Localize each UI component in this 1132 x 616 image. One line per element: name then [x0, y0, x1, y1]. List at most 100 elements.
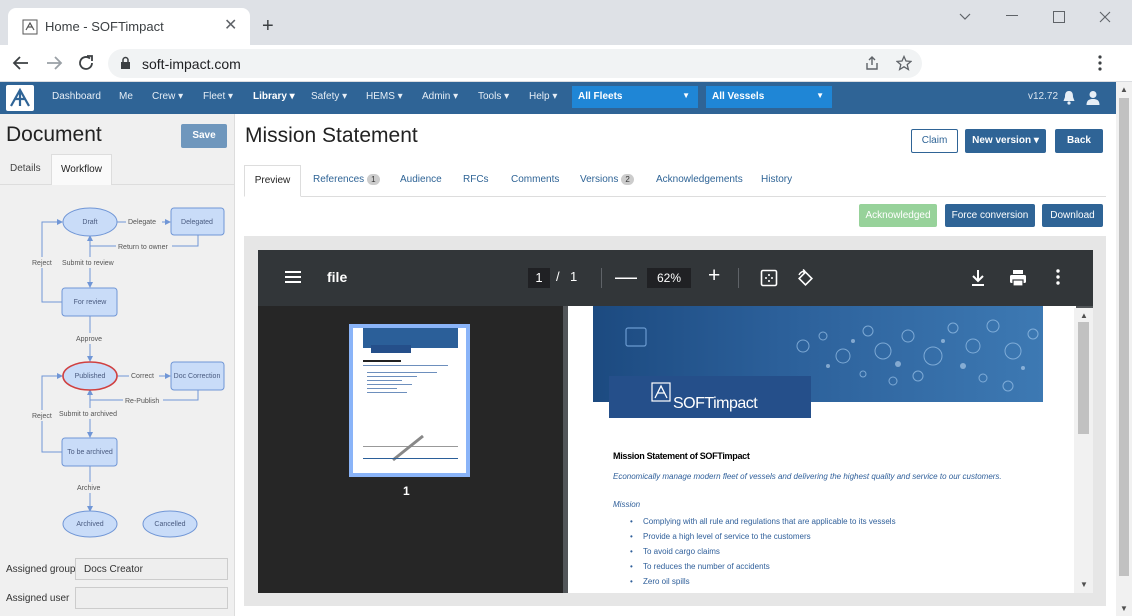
pdf-page-total: 1 — [570, 269, 578, 284]
tab-references-label: References — [313, 174, 365, 185]
thumbnail-content-icon — [363, 328, 458, 462]
node-cancelled-label: Cancelled — [154, 521, 185, 528]
thumbnail-page-image — [353, 328, 466, 473]
logo-text: SOFTimpact — [673, 395, 758, 412]
claim-button[interactable]: Claim — [911, 129, 958, 153]
save-button[interactable]: Save — [181, 124, 227, 148]
edge-label-delegate: Delegate — [128, 219, 156, 226]
tab-audience[interactable]: Audience — [400, 174, 442, 185]
pdf-bullet: Provide a high level of service to the c… — [630, 532, 811, 541]
nav-tools[interactable]: Tools ▾ — [478, 91, 509, 102]
nav-hems[interactable]: HEMS ▾ — [366, 91, 403, 102]
fleet-select-value: All Fleets — [578, 91, 623, 102]
scroll-down-arrow-icon[interactable]: ▼ — [1080, 580, 1088, 589]
node-to-be-archived-label: To be archived — [67, 449, 113, 456]
new-tab-button[interactable]: + — [262, 16, 274, 36]
vessel-select-value: All Vessels — [712, 91, 765, 102]
edge-label-re-publish: Re-Publish — [125, 398, 159, 405]
pdf-subtitle: Economically manage modern fleet of vess… — [613, 472, 1002, 481]
nav-library[interactable]: Library ▾ — [253, 91, 295, 102]
rotate-icon[interactable] — [796, 269, 814, 287]
share-icon[interactable] — [864, 55, 880, 71]
back-arrow-icon[interactable] — [12, 54, 30, 72]
close-window-icon[interactable] — [1099, 11, 1111, 23]
assigned-group-field[interactable]: Docs Creator — [75, 558, 228, 580]
pdf-scrollbar-thumb[interactable] — [1078, 322, 1089, 434]
fit-page-icon[interactable] — [760, 269, 778, 287]
scroll-up-arrow-icon[interactable]: ▲ — [1120, 85, 1128, 94]
tab-details[interactable]: Details — [10, 163, 41, 174]
assigned-group-label: Assigned group — [6, 564, 76, 575]
nav-fleet[interactable]: Fleet ▾ — [203, 91, 233, 102]
reload-icon[interactable] — [77, 54, 95, 72]
softimpact-logo-bar: SOFTimpact — [609, 376, 811, 418]
url-text[interactable]: soft-impact.com — [142, 56, 241, 72]
download-icon[interactable] — [970, 269, 986, 287]
back-button[interactable]: Back — [1055, 129, 1103, 153]
browser-tab[interactable]: Home - SOFTimpact ✕ — [8, 8, 250, 45]
bookmark-star-icon[interactable] — [896, 55, 912, 71]
pdf-page-thumbnail[interactable] — [349, 324, 470, 477]
tab-preview[interactable]: Preview — [244, 165, 301, 197]
pdf-bullet: Complying with all rule and regulations … — [630, 517, 896, 526]
nav-me[interactable]: Me — [119, 91, 133, 102]
tab-history[interactable]: History — [761, 174, 792, 185]
scroll-down-arrow-icon[interactable]: ▼ — [1120, 604, 1128, 613]
more-options-icon[interactable] — [1056, 269, 1060, 285]
download-button[interactable]: Download — [1042, 204, 1103, 227]
pdf-zoom-input[interactable]: 62% — [647, 268, 691, 288]
browser-tabstrip: Home - SOFTimpact ✕ + — [0, 0, 1132, 45]
tab-acknowledgements[interactable]: Acknowledgements — [656, 174, 743, 185]
pdf-page-input[interactable]: 1 — [528, 268, 550, 288]
scroll-up-arrow-icon[interactable]: ▲ — [1080, 311, 1088, 320]
tabs-divider — [244, 196, 1106, 197]
edge-label-reject-2: Reject — [32, 413, 52, 420]
address-bar[interactable]: soft-impact.com — [108, 49, 922, 78]
nav-admin[interactable]: Admin ▾ — [422, 91, 458, 102]
assigned-user-field[interactable] — [75, 587, 228, 609]
hamburger-menu-icon[interactable] — [285, 270, 301, 284]
tab-workflow[interactable]: Workflow — [51, 154, 112, 185]
edge-label-submit-to-archived: Submit to archived — [59, 411, 117, 418]
bell-icon[interactable] — [1062, 90, 1076, 105]
chevron-down-icon[interactable] — [958, 12, 972, 22]
fleet-select[interactable]: All Fleets ▼ — [572, 86, 698, 108]
tab-versions[interactable]: Versions 2 — [580, 174, 634, 185]
tab-references[interactable]: References 1 — [313, 174, 380, 185]
zoom-in-button[interactable]: + — [708, 264, 720, 288]
minimize-icon[interactable] — [1006, 15, 1018, 17]
print-icon[interactable] — [1009, 269, 1027, 287]
nav-crew[interactable]: Crew ▾ — [152, 91, 183, 102]
user-avatar-icon[interactable] — [1086, 90, 1100, 105]
pdf-page-view: SOFTimpact Mission Statement of SOFTimpa… — [563, 306, 1093, 593]
browser-menu-icon[interactable] — [1098, 55, 1102, 71]
tab-close-icon[interactable]: ✕ — [224, 18, 237, 34]
tab-versions-label: Versions — [580, 174, 619, 185]
tab-rfcs[interactable]: RFCs — [463, 174, 489, 185]
nav-help[interactable]: Help ▾ — [529, 91, 557, 102]
zoom-out-button[interactable]: — — [615, 264, 637, 290]
forward-arrow-icon[interactable] — [45, 54, 63, 72]
nav-dashboard[interactable]: Dashboard — [52, 91, 101, 102]
lock-icon[interactable] — [120, 56, 131, 70]
acknowledged-button[interactable]: Acknowledged — [859, 204, 937, 227]
tab-comments[interactable]: Comments — [511, 174, 559, 185]
page-scrollbar[interactable]: ▲ ▼ — [1116, 82, 1132, 616]
softimpact-logo-icon[interactable] — [5, 84, 35, 112]
pdf-scrollbar[interactable]: ▲ ▼ — [1074, 308, 1093, 593]
node-archived-label: Archived — [76, 521, 103, 528]
nav-safety[interactable]: Safety ▾ — [311, 91, 347, 102]
force-conversion-button[interactable]: Force conversion — [945, 204, 1035, 227]
vessel-select[interactable]: All Vessels ▼ — [706, 86, 832, 108]
pdf-heading: Mission Statement of SOFTimpact — [613, 451, 750, 461]
node-delegated-label: Delegated — [181, 219, 213, 226]
assigned-user-label: Assigned user — [6, 593, 70, 604]
page-scrollbar-thumb[interactable] — [1119, 98, 1129, 576]
new-version-button[interactable]: New version ▾ — [965, 129, 1046, 153]
app-version: v12.72 — [1028, 91, 1059, 102]
pdf-toolbar-divider — [601, 268, 602, 288]
versions-count-badge: 2 — [621, 174, 634, 185]
pdf-file-name: file — [327, 269, 348, 285]
maximize-icon[interactable] — [1053, 11, 1065, 23]
edge-label-correct: Correct — [131, 373, 154, 380]
